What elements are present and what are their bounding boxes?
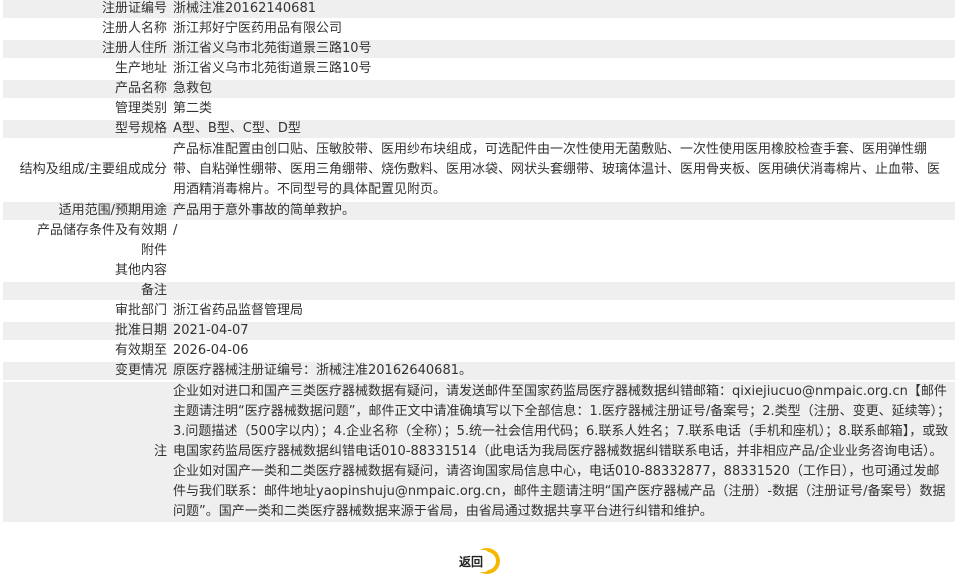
registration-detail: 注册证编号 浙械注准20162140681 注册人名称 浙江邦好宁医药用品有限公… [3, 0, 955, 524]
value-storage-validity: / [173, 222, 955, 240]
value-valid-until: 2026-04-06 [173, 342, 955, 360]
value-registrant-address: 浙江省义乌市北苑街道景三路10号 [173, 40, 955, 58]
label-attachment: 附件 [3, 242, 173, 260]
row-storage-validity: 产品储存条件及有效期 / [3, 222, 955, 240]
value-remark [173, 282, 955, 300]
row-registrant-name: 注册人名称 浙江邦好宁医药用品有限公司 [3, 20, 955, 38]
back-button[interactable]: 返回 [454, 546, 502, 576]
value-management-category: 第二类 [173, 100, 955, 118]
detail-table: 注册证编号 浙械注准20162140681 注册人名称 浙江邦好宁医药用品有限公… [3, 0, 955, 524]
row-model-spec: 型号规格 A型、B型、C型、D型 [3, 120, 955, 138]
row-registrant-address: 注册人住所 浙江省义乌市北苑街道景三路10号 [3, 40, 955, 58]
row-remark: 备注 [3, 282, 955, 300]
value-note: 企业如对进口和国产三类医疗器械数据有疑问，请发送邮件至国家药监局医疗器械数据纠错… [173, 382, 955, 522]
label-change-history: 变更情况 [3, 362, 173, 380]
row-product-name: 产品名称 急救包 [3, 80, 955, 98]
row-management-category: 管理类别 第二类 [3, 100, 955, 118]
row-structure-composition: 结构及组成/主要组成成分 产品标准配置由创口贴、压敏胶带、医用纱布块组成，可选配… [3, 140, 955, 200]
label-model-spec: 型号规格 [3, 120, 173, 138]
row-approval-date: 批准日期 2021-04-07 [3, 322, 955, 340]
label-storage-validity: 产品储存条件及有效期 [3, 222, 173, 240]
value-other-content [173, 262, 955, 280]
value-intended-use: 产品用于意外事故的简单救护。 [173, 202, 955, 220]
value-attachment [173, 242, 955, 260]
row-approval-department: 审批部门 浙江省药品监督管理局 [3, 302, 955, 320]
label-approval-date: 批准日期 [3, 322, 173, 340]
label-structure-composition: 结构及组成/主要组成成分 [3, 140, 173, 200]
row-other-content: 其他内容 [3, 262, 955, 280]
value-change-history: 原医疗器械注册证编号：浙械注准20162640681。 [173, 362, 955, 380]
label-remark: 备注 [3, 282, 173, 300]
row-intended-use: 适用范围/预期用途 产品用于意外事故的简单救护。 [3, 202, 955, 220]
label-registrant-name: 注册人名称 [3, 20, 173, 38]
label-other-content: 其他内容 [3, 262, 173, 280]
label-production-address: 生产地址 [3, 60, 173, 78]
back-button-label: 返回 [458, 555, 483, 569]
label-approval-department: 审批部门 [3, 302, 173, 320]
footer-actions: 返回 [0, 543, 958, 577]
label-valid-until: 有效期至 [3, 342, 173, 360]
row-production-address: 生产地址 浙江省义乌市北苑街道景三路10号 [3, 60, 955, 78]
row-attachment: 附件 [3, 242, 955, 260]
label-registrant-address: 注册人住所 [3, 40, 173, 58]
row-registration-number: 注册证编号 浙械注准20162140681 [3, 0, 955, 18]
value-registrant-name: 浙江邦好宁医药用品有限公司 [173, 20, 955, 38]
label-note: 注 [3, 382, 173, 522]
row-change-history: 变更情况 原医疗器械注册证编号：浙械注准20162640681。 [3, 362, 955, 380]
label-intended-use: 适用范围/预期用途 [3, 202, 173, 220]
value-product-name: 急救包 [173, 80, 955, 98]
value-model-spec: A型、B型、C型、D型 [173, 120, 955, 138]
value-registration-number: 浙械注准20162140681 [173, 0, 955, 18]
row-valid-until: 有效期至 2026-04-06 [3, 342, 955, 360]
value-approval-date: 2021-04-07 [173, 322, 955, 340]
label-management-category: 管理类别 [3, 100, 173, 118]
label-product-name: 产品名称 [3, 80, 173, 98]
label-registration-number: 注册证编号 [3, 0, 173, 18]
value-production-address: 浙江省义乌市北苑街道景三路10号 [173, 60, 955, 78]
row-note: 注 企业如对进口和国产三类医疗器械数据有疑问，请发送邮件至国家药监局医疗器械数据… [3, 382, 955, 522]
value-structure-composition: 产品标准配置由创口贴、压敏胶带、医用纱布块组成，可选配件由一次性使用无菌敷贴、一… [173, 140, 955, 200]
value-approval-department: 浙江省药品监督管理局 [173, 302, 955, 320]
